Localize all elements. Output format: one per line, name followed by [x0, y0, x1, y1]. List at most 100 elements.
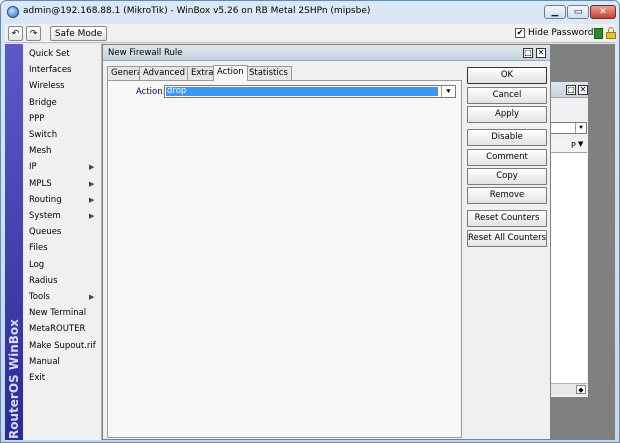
menu-item-manual[interactable]: Manual [23, 354, 102, 370]
menu-item-routing[interactable]: Routing ▶ [23, 192, 102, 208]
apply-button[interactable]: Apply [467, 106, 547, 123]
ok-button[interactable]: OK [467, 67, 547, 84]
scroll-right-icon[interactable]: ◆ [576, 385, 586, 394]
close-icon: ✕ [579, 85, 587, 94]
background-table-body[interactable] [551, 153, 587, 383]
undo-button[interactable]: ↶ [8, 26, 23, 41]
menu-item-tools[interactable]: Tools ▶ [23, 289, 102, 305]
column-header[interactable]: P [571, 141, 576, 150]
reset-counters-button[interactable]: Reset Counters [467, 210, 547, 227]
submenu-arrow-icon: ▶ [89, 212, 95, 220]
new-firewall-rule-dialog: New Firewall Rule □ ✕ General Advanced E… [102, 44, 551, 440]
hide-passwords-toggle[interactable]: ✔ Hide Passwords [515, 28, 598, 38]
main-menu: Quick Set Interfaces Wireless Bridge PPP Swit… [23, 44, 102, 440]
menu-item-mesh[interactable]: Mesh [23, 143, 102, 159]
menu-item-switch[interactable]: Switch [23, 127, 102, 143]
submenu-arrow-icon: ▶ [89, 179, 95, 188]
background-filter-combo[interactable]: ⯆ [551, 122, 587, 134]
action-select[interactable]: drop ⯆ [164, 85, 456, 98]
minimize-button[interactable]: ▁ [544, 5, 566, 19]
menu-item-queues[interactable]: Queues [23, 224, 102, 240]
background-close-button[interactable]: ✕ [578, 85, 588, 95]
menu-item-label: IP [29, 162, 37, 173]
menu-item-label: Switch [29, 130, 58, 140]
brand-text: RouterOS WinBox [7, 319, 21, 439]
redo-icon: ↷ [29, 28, 38, 39]
close-button[interactable]: ✕ [590, 5, 616, 19]
hide-passwords-checkbox[interactable]: ✔ [515, 28, 525, 38]
tab-advanced[interactable]: Advanced [139, 66, 189, 80]
remove-button[interactable]: Remove [467, 187, 547, 204]
title-bar: admin@192.168.88.1 (MikroTik) - WinBox v… [1, 1, 619, 23]
disable-button[interactable]: Disable [467, 129, 547, 146]
dialog-maximize-button[interactable]: □ [523, 48, 533, 58]
menu-item-bridge[interactable]: Bridge [23, 95, 102, 111]
menu-item-quick-set[interactable]: Quick Set [23, 46, 102, 62]
winbox-app-icon [7, 6, 19, 18]
safe-mode-button[interactable]: Safe Mode [50, 26, 107, 41]
menu-item-ppp[interactable]: PPP [23, 111, 102, 127]
menu-item-label: Files [29, 243, 48, 254]
submenu-arrow-icon: ▶ [89, 293, 95, 301]
copy-button[interactable]: Copy [467, 168, 547, 185]
lock-icon [606, 27, 616, 39]
menu-item-label: MetaROUTER [29, 324, 86, 335]
cancel-button[interactable]: Cancel [467, 87, 547, 104]
maximize-icon: □ [524, 48, 532, 57]
menu-item-label: Log [29, 259, 45, 270]
menu-item-label: Wireless [29, 81, 65, 92]
minimize-icon: ▁ [551, 7, 559, 17]
hide-passwords-label: Hide Passwords [528, 28, 599, 38]
menu-item-label: Manual [29, 356, 60, 367]
menu-item-radius[interactable]: Radius [23, 273, 102, 289]
menu-item-metarouter[interactable]: MetaROUTER [23, 321, 102, 337]
menu-item-interfaces[interactable]: Interfaces [23, 62, 102, 78]
menu-item-new-terminal[interactable]: New Terminal [23, 305, 102, 321]
dropdown-arrow-icon[interactable]: ⯆ [441, 86, 455, 97]
menu-item-label: Bridge [29, 97, 57, 108]
menu-item-exit[interactable]: Exit [23, 370, 102, 386]
reset-all-counters-button[interactable]: Reset All Counters [467, 230, 547, 247]
column-dropdown-icon[interactable]: ▼ [578, 140, 583, 148]
action-tab-panel: Action: drop ⯆ [107, 80, 462, 438]
menu-item-make-supout-rif[interactable]: Make Supout.rif [23, 338, 102, 354]
menu-item-log[interactable]: Log [23, 257, 102, 273]
menu-item-label: Interfaces [29, 65, 72, 76]
menu-item-label: System [29, 211, 61, 221]
redo-button[interactable]: ↷ [26, 26, 41, 41]
window-title: admin@192.168.88.1 (MikroTik) - WinBox v… [23, 6, 371, 16]
dialog-title-bar: New Firewall Rule □ ✕ [103, 45, 550, 61]
background-maximize-button[interactable]: □ [566, 85, 576, 95]
submenu-arrow-icon: ▶ [89, 195, 95, 204]
toolbar: ↶ ↷ Safe Mode ✔ Hide Passwords [5, 24, 616, 43]
dialog-close-button[interactable]: ✕ [536, 48, 546, 58]
maximize-button[interactable]: ▭ [567, 5, 589, 19]
menu-item-files[interactable]: Files [23, 240, 102, 256]
menu-item-label: MPLS [29, 178, 52, 189]
workspace: RouterOS WinBox Quick Set Interfaces Wirel… [5, 44, 615, 440]
menu-item-label: New Terminal [29, 308, 87, 319]
comment-button[interactable]: Comment [467, 149, 547, 166]
menu-item-wireless[interactable]: Wireless [23, 78, 102, 94]
menu-item-label: Make Supout.rif [29, 340, 96, 351]
status-indicator-icon [594, 28, 603, 39]
menu-item-mpls[interactable]: MPLS ▶ [23, 176, 102, 192]
dropdown-arrow-icon[interactable]: ⯆ [575, 123, 586, 133]
menu-item-label: Queues [29, 227, 62, 238]
action-label: Action: [136, 87, 166, 97]
brand-strip: RouterOS WinBox [5, 44, 23, 440]
menu-item-label: Mesh [29, 146, 52, 157]
tab-action[interactable]: Action [213, 65, 248, 81]
menu-item-label: Exit [29, 373, 46, 383]
menu-item-system[interactable]: System ▶ [23, 208, 102, 224]
submenu-arrow-icon: ▶ [89, 163, 95, 172]
close-icon: ✕ [599, 7, 607, 17]
horizontal-scrollbar[interactable]: ◆ [551, 383, 587, 395]
menu-item-ip[interactable]: IP ▶ [23, 159, 102, 175]
background-table-header: P ▼ [551, 140, 587, 153]
menu-item-label: Quick Set [29, 49, 70, 59]
tab-statistics[interactable]: Statistics [245, 66, 292, 80]
menu-item-label: PPP [29, 113, 45, 124]
winbox-window: admin@192.168.88.1 (MikroTik) - WinBox v… [0, 0, 620, 443]
dialog-title: New Firewall Rule [108, 48, 183, 58]
